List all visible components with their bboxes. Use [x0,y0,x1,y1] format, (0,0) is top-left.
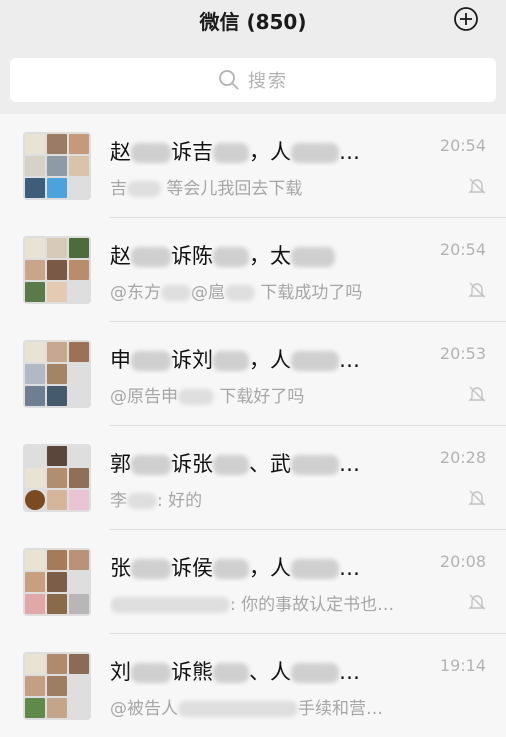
chat-name: 申诉刘 ，人… [110,348,360,372]
chat-preview: 李: 好的 [110,491,203,511]
chat-preview: @原告申 下载好了吗 [110,387,305,407]
page-title: 微信 (850) [199,10,307,34]
group-avatar [23,548,91,616]
chat-row[interactable]: 刘诉熊 、人… @被告人 手续和营… 19:14 [0,634,506,737]
chat-name: 刘诉熊 、人… [110,660,360,684]
chat-time: 20:28 [439,448,486,467]
group-avatar [23,132,91,200]
chat-name: 张诉侯 ，人… [110,556,360,580]
mute-bell-icon [468,178,486,194]
top-bar: 微信 (850) [0,0,506,44]
chat-preview: @东方 @扈 下载成功了吗 [110,283,363,303]
chat-row[interactable]: 申诉刘 ，人… @原告申 下载好了吗 20:53 [0,322,506,426]
chat-name: 赵诉吉 ，人… [110,140,360,164]
chat-time: 20:53 [439,344,486,363]
chat-time: 20:54 [439,136,486,155]
chat-time: 20:08 [439,552,486,571]
chat-name: 郭诉张 、武… [110,452,360,476]
group-avatar [23,340,91,408]
chat-row[interactable]: 张诉侯 ，人… : 你的事故认定书也… 20:08 [0,530,506,634]
mute-bell-icon [468,282,486,298]
search-icon [219,70,239,90]
chat-preview: : 你的事故认定书也… [110,590,440,616]
chat-row[interactable]: 赵诉陈 ，太 @东方 @扈 下载成功了吗 20:54 [0,218,506,322]
group-avatar [23,444,91,512]
group-avatar [23,236,91,304]
chat-time: 20:54 [439,240,486,259]
chat-preview: @被告人 手续和营… [110,699,383,719]
group-avatar [23,652,91,720]
chat-name: 赵诉陈 ，太 [110,240,428,270]
mute-bell-icon [468,386,486,402]
chat-list: 赵诉吉 ，人… 吉 等会儿我回去下载 20:54 赵诉陈 ，太 @东方 @扈 下… [0,114,506,737]
mute-bell-icon [468,594,486,610]
search-placeholder: 搜索 [248,71,288,92]
chat-row[interactable]: 郭诉张 、武… 李: 好的 20:28 [0,426,506,530]
mute-bell-icon [468,490,486,506]
chat-row[interactable]: 赵诉吉 ，人… 吉 等会儿我回去下载 20:54 [0,114,506,218]
plus-circle-icon[interactable] [453,6,479,32]
chat-time: 19:14 [439,656,486,675]
chat-preview: 吉 等会儿我回去下载 [110,179,303,199]
search-bar[interactable]: 搜索 [10,58,496,102]
